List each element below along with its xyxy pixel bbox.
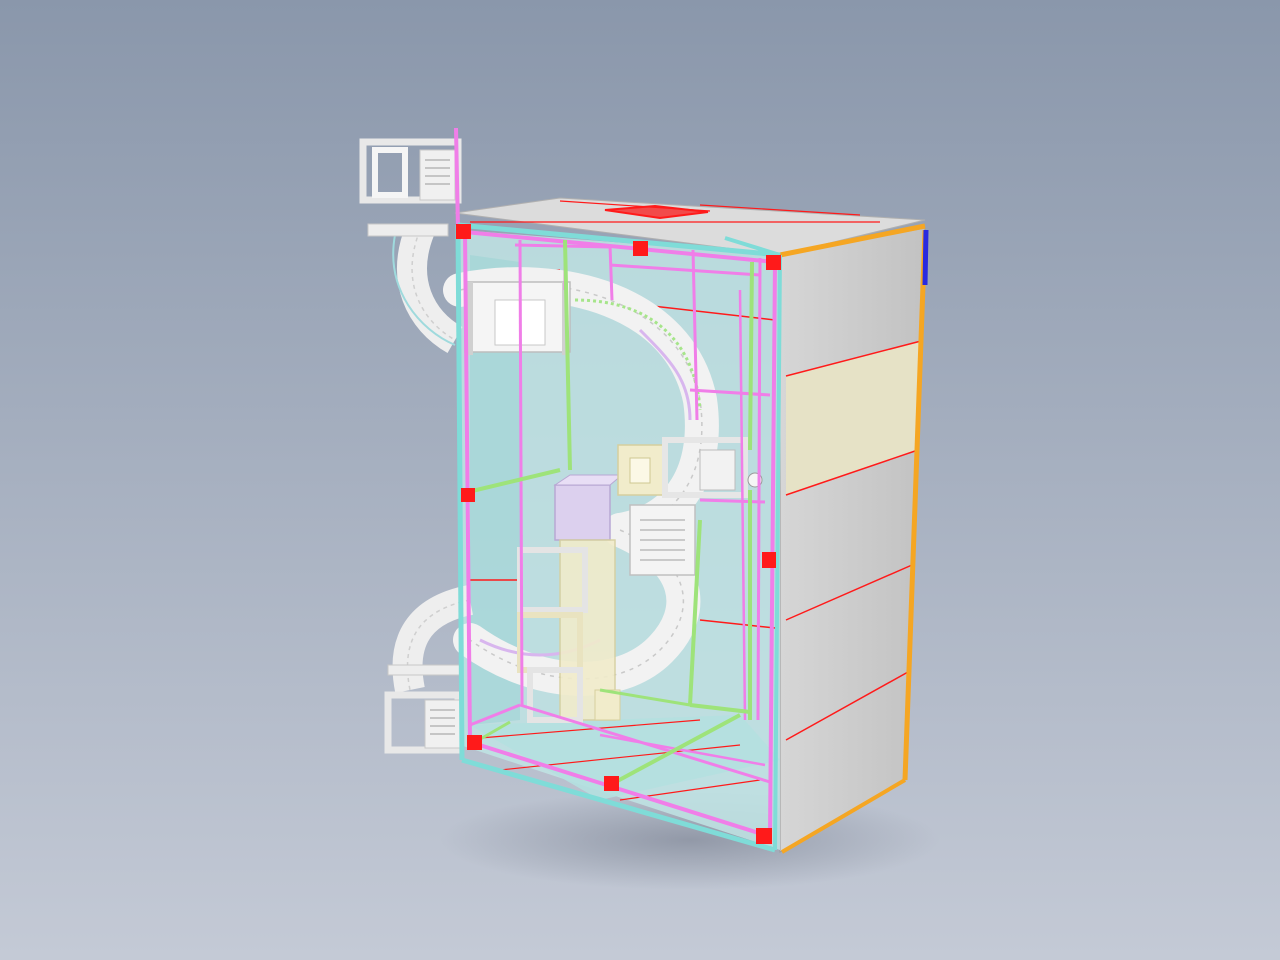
corner-block-mid-left xyxy=(461,488,475,502)
corner-block-top-right xyxy=(766,255,781,270)
cabinet-3d-model[interactable] xyxy=(0,0,1280,960)
corner-block-mid-right xyxy=(762,552,776,568)
corner-block-bottom-mid xyxy=(604,776,619,791)
cad-viewport[interactable] xyxy=(0,0,1280,960)
external-conveyor-bottom[interactable] xyxy=(384,585,474,754)
right-side-panel[interactable] xyxy=(779,227,929,854)
module-cream-box-upper[interactable] xyxy=(617,444,664,496)
corner-block-top-left xyxy=(456,224,471,239)
corner-block-bottom-left xyxy=(467,735,482,750)
corner-block-top-mid xyxy=(633,241,648,256)
corner-block-bottom-right xyxy=(756,828,772,844)
external-conveyor-top[interactable] xyxy=(359,127,464,354)
module-stack-center[interactable] xyxy=(629,504,696,576)
module-top-carriage[interactable] xyxy=(464,281,571,355)
